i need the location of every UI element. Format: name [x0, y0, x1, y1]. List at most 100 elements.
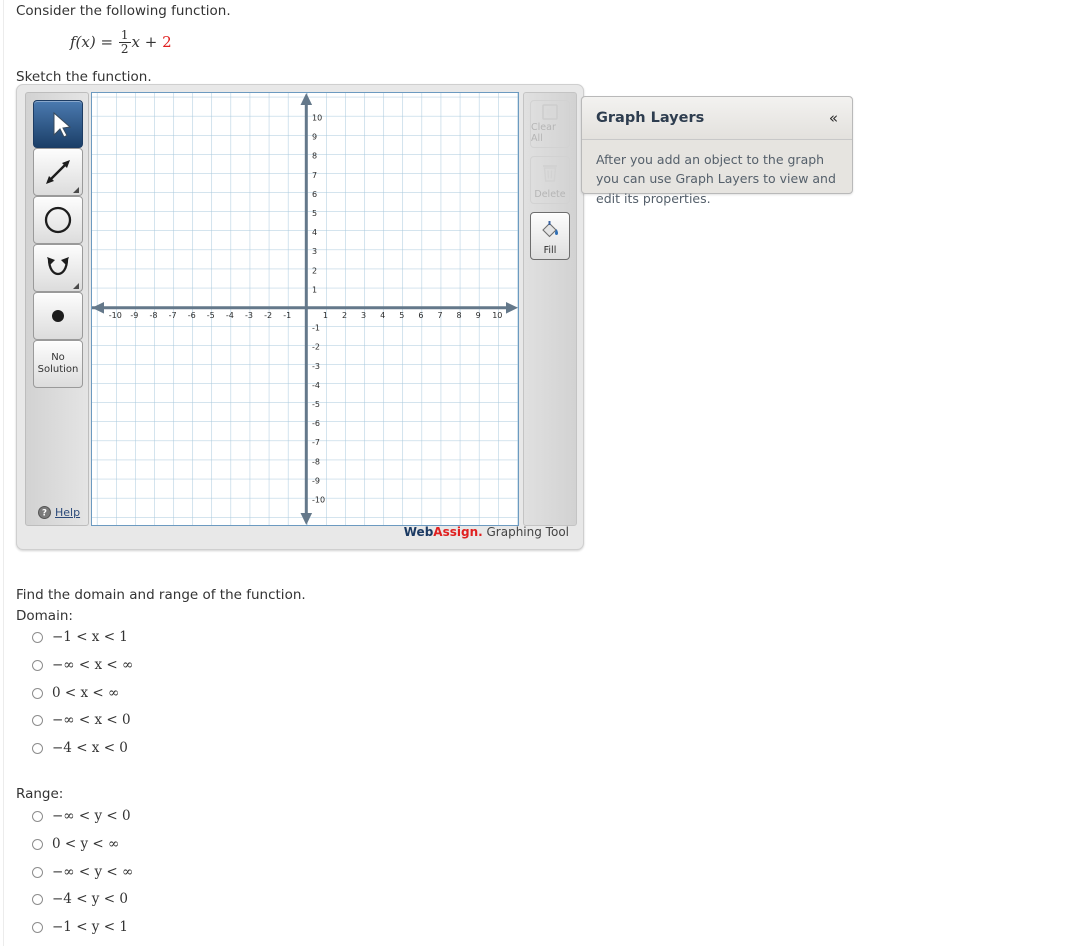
domain-option-2-label: −∞ < x < ∞ [52, 657, 134, 673]
parabola-tool-button[interactable] [33, 244, 83, 292]
delete-label: Delete [534, 189, 566, 200]
formula-function-name: f(x) [70, 33, 96, 52]
svg-text:-4: -4 [226, 311, 234, 320]
svg-text:9: 9 [476, 311, 481, 320]
fill-button[interactable]: Fill [530, 212, 570, 260]
svg-text:10: 10 [492, 311, 502, 320]
domain-radio-3[interactable] [32, 687, 43, 699]
clear-all-button: Clear All [530, 100, 570, 148]
questions-heading: Find the domain and range of the functio… [16, 587, 306, 603]
select-tool-button[interactable] [33, 100, 83, 148]
range-radio-2[interactable] [32, 838, 43, 850]
svg-text:-1: -1 [283, 311, 291, 320]
clear-all-icon [540, 101, 560, 122]
domain-option-5[interactable]: −4 < x < 0 [32, 740, 128, 756]
domain-radio-1[interactable] [32, 631, 43, 643]
page-left-rule [3, 0, 4, 946]
svg-text:3: 3 [361, 311, 366, 320]
svg-text:-8: -8 [312, 457, 320, 466]
domain-radio-4[interactable] [32, 714, 43, 726]
fill-bucket-icon [539, 213, 561, 245]
range-radio-3[interactable] [32, 866, 43, 878]
webassign-brand: WebAssign. Graphing Tool [17, 525, 583, 539]
svg-text:-7: -7 [312, 438, 320, 447]
domain-option-3[interactable]: 0 < x < ∞ [32, 685, 119, 701]
svg-text:1: 1 [323, 311, 328, 320]
svg-text:-10: -10 [312, 496, 325, 505]
svg-text:-9: -9 [312, 476, 320, 485]
line-tool-more-indicator [73, 187, 79, 193]
graph-layers-panel: Graph Layers « After you add an object t… [581, 96, 853, 206]
formula-numerator: 1 [118, 28, 131, 43]
graph-left-toolbar: No Solution ? Help [25, 92, 89, 526]
range-option-2[interactable]: 0 < y < ∞ [32, 836, 119, 852]
graph-layers-title: Graph Layers [596, 110, 705, 126]
domain-option-4[interactable]: −∞ < x < 0 [32, 712, 131, 728]
clear-all-label: Clear All [531, 122, 556, 144]
svg-text:10: 10 [312, 114, 322, 123]
svg-text:5: 5 [312, 209, 317, 218]
brand-assign: Assign. [433, 525, 483, 539]
svg-text:-4: -4 [312, 381, 320, 390]
graph-svg: -10 -9 -8 -7 -6 -5 -4 -3 -2 -1 1 2 3 4 5 6 7 8 9 1… [92, 93, 518, 525]
svg-text:3: 3 [312, 247, 317, 256]
svg-text:-5: -5 [207, 311, 215, 320]
range-radio-4[interactable] [32, 893, 43, 905]
svg-text:7: 7 [437, 311, 442, 320]
range-radio-5[interactable] [32, 921, 43, 933]
formula-equals: = [100, 33, 114, 52]
line-tool-button[interactable] [33, 148, 83, 196]
range-radio-1[interactable] [32, 810, 43, 822]
point-tool-button[interactable] [33, 292, 83, 340]
no-solution-label-line2: Solution [37, 364, 79, 375]
brand-web: Web [403, 525, 434, 539]
range-option-5[interactable]: −1 < y < 1 [32, 919, 128, 935]
domain-option-1[interactable]: −1 < x < 1 [32, 629, 128, 645]
svg-text:?: ? [42, 509, 47, 519]
domain-radio-2[interactable] [32, 659, 43, 671]
svg-text:2: 2 [312, 266, 317, 275]
svg-text:8: 8 [457, 311, 462, 320]
svg-text:6: 6 [312, 190, 317, 199]
svg-text:5: 5 [399, 311, 404, 320]
svg-text:9: 9 [312, 133, 317, 142]
svg-text:-1: -1 [312, 324, 320, 333]
svg-text:-2: -2 [312, 343, 320, 352]
svg-text:-9: -9 [130, 311, 138, 320]
no-solution-tool-button[interactable]: No Solution [33, 340, 83, 388]
help-link[interactable]: ? Help [38, 506, 80, 519]
domain-radio-5[interactable] [32, 742, 43, 754]
help-label: Help [55, 506, 81, 519]
prompt-line-2: Sketch the function. [16, 69, 152, 85]
range-option-2-label: 0 < y < ∞ [52, 836, 120, 852]
no-solution-label-line1: No [51, 351, 65, 363]
svg-text:1: 1 [312, 285, 317, 294]
function-formula: f(x) = 1 2 x + 2 [70, 28, 172, 56]
graphing-tool-panel: No Solution ? Help -10 -9 -8 -7 -6 -5 -4… [16, 84, 584, 550]
svg-text:-7: -7 [169, 311, 177, 320]
svg-text:-5: -5 [312, 400, 320, 409]
range-option-1[interactable]: −∞ < y < 0 [32, 808, 131, 824]
range-option-1-label: −∞ < y < 0 [52, 808, 131, 824]
formula-variable: x [131, 33, 140, 52]
domain-option-5-label: −4 < x < 0 [52, 740, 128, 756]
range-label: Range: [16, 786, 64, 802]
formula-constant: 2 [162, 33, 172, 52]
domain-option-4-label: −∞ < x < 0 [52, 712, 131, 728]
svg-text:8: 8 [312, 152, 317, 161]
domain-option-1-label: −1 < x < 1 [52, 629, 128, 645]
delete-button: Delete [530, 156, 570, 204]
range-option-3-label: −∞ < y < ∞ [52, 864, 134, 880]
svg-text:-8: -8 [150, 311, 158, 320]
range-option-3[interactable]: −∞ < y < ∞ [32, 864, 133, 880]
parabola-tool-more-indicator [73, 283, 79, 289]
svg-text:-3: -3 [312, 362, 320, 371]
range-option-4[interactable]: −4 < y < 0 [32, 891, 128, 907]
collapse-left-icon[interactable]: « [829, 110, 838, 126]
graph-canvas[interactable]: -10 -9 -8 -7 -6 -5 -4 -3 -2 -1 1 2 3 4 5 6 7 8 9 1… [91, 92, 519, 526]
svg-text:-2: -2 [264, 311, 272, 320]
domain-option-2[interactable]: −∞ < x < ∞ [32, 657, 133, 673]
help-icon: ? [38, 506, 51, 519]
formula-fraction: 1 2 [118, 28, 131, 55]
circle-tool-button[interactable] [33, 196, 83, 244]
